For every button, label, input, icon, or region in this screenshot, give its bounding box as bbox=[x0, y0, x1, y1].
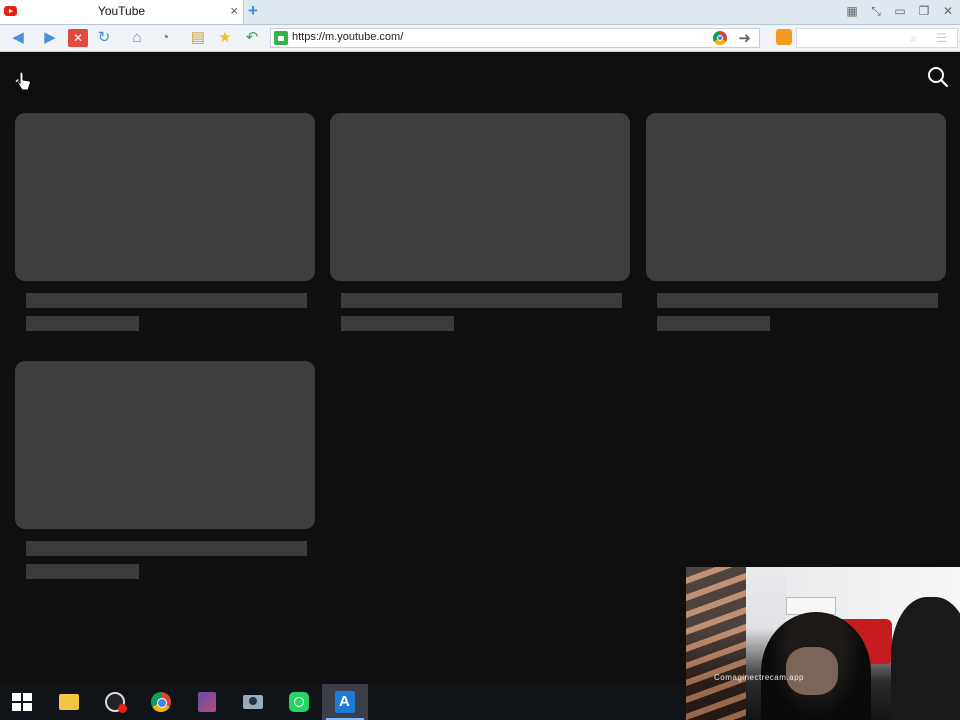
title-placeholder bbox=[26, 293, 307, 308]
taskbar-app[interactable] bbox=[184, 684, 230, 720]
favorites-panel-icon[interactable]: ▤ bbox=[188, 29, 208, 47]
taskbar-chrome[interactable] bbox=[138, 684, 184, 720]
webcam-person-2 bbox=[891, 597, 960, 720]
grid-icon[interactable]: ▦ bbox=[844, 3, 860, 19]
tab-title: YouTube bbox=[97, 4, 146, 18]
search-box-icon[interactable]: ⌕ bbox=[910, 31, 917, 46]
thumbnail-placeholder bbox=[15, 113, 315, 281]
taskbar-speedometer[interactable] bbox=[92, 684, 138, 720]
close-window-icon[interactable]: ✕ bbox=[940, 3, 956, 19]
title-placeholder bbox=[341, 293, 622, 308]
forward-nav-icon[interactable]: ▶ bbox=[40, 29, 60, 47]
title-placeholder bbox=[26, 541, 307, 556]
chrome-engine-icon[interactable] bbox=[713, 31, 727, 45]
thumbnail-placeholder bbox=[330, 113, 630, 281]
subtitle-placeholder bbox=[26, 564, 139, 579]
search-engine-icon[interactable] bbox=[776, 29, 792, 45]
toolbar-search-box[interactable]: ⌕ ☰ bbox=[796, 28, 958, 48]
search-icon[interactable] bbox=[927, 66, 949, 88]
go-arrow-icon[interactable]: ➜ bbox=[738, 29, 751, 47]
shrink-icon[interactable]: ⤡ bbox=[868, 3, 884, 19]
refresh-icon[interactable]: ↻ bbox=[94, 29, 114, 47]
video-card-skeleton[interactable] bbox=[15, 361, 315, 587]
browser-toolbar: ◀ ▶ ✕ ↻ ⌂ ◔ ▤ ★ ↶ https://m.youtube.com/… bbox=[0, 25, 960, 52]
subtitle-placeholder bbox=[657, 316, 770, 331]
tab-youtube[interactable]: YouTube × bbox=[0, 0, 244, 24]
start-icon bbox=[12, 693, 32, 711]
stop-icon[interactable]: ✕ bbox=[68, 29, 88, 47]
webcam-stairs bbox=[686, 567, 746, 720]
webcam-watermark: Comaginectrecam.app bbox=[714, 673, 804, 682]
address-bar[interactable]: https://m.youtube.com/ ➜ bbox=[270, 28, 760, 48]
undo-icon[interactable]: ↶ bbox=[242, 29, 262, 47]
tab-bar: YouTube × + ▦ ⤡ ▭ ❐ ✕ bbox=[0, 0, 960, 25]
tab-close-button[interactable]: × bbox=[230, 3, 238, 19]
webcam-overlay: Comaginectrecam.app bbox=[686, 567, 960, 720]
start-button[interactable] bbox=[0, 684, 46, 720]
mouse-cursor-icon bbox=[17, 71, 31, 91]
secure-lock-icon bbox=[274, 31, 288, 45]
thumbnail-placeholder bbox=[15, 361, 315, 529]
subtitle-placeholder bbox=[26, 316, 139, 331]
taskbar-arrow-app[interactable]: A bbox=[322, 684, 368, 720]
star-icon[interactable]: ★ bbox=[215, 29, 235, 47]
file-explorer-icon bbox=[59, 694, 79, 710]
subtitle-placeholder bbox=[341, 316, 454, 331]
minimize-icon[interactable]: ▭ bbox=[892, 3, 908, 19]
thumbnail-placeholder bbox=[646, 113, 946, 281]
home-icon[interactable]: ⌂ bbox=[127, 29, 147, 47]
history-icon[interactable]: ◔ bbox=[155, 29, 175, 47]
title-placeholder bbox=[657, 293, 938, 308]
menu-icon[interactable]: ☰ bbox=[936, 31, 947, 45]
video-card-skeleton[interactable] bbox=[646, 113, 946, 339]
webcam-face bbox=[786, 647, 838, 695]
window-controls: ▦ ⤡ ▭ ❐ ✕ bbox=[844, 3, 956, 19]
video-card-skeleton[interactable] bbox=[15, 113, 315, 339]
video-card-skeleton[interactable] bbox=[330, 113, 630, 339]
back-nav-icon[interactable]: ◀ bbox=[8, 29, 28, 47]
new-tab-button[interactable]: + bbox=[248, 1, 258, 21]
address-url[interactable]: https://m.youtube.com/ bbox=[292, 31, 403, 43]
taskbar-file-explorer[interactable] bbox=[46, 684, 92, 720]
taskbar-whatsapp[interactable] bbox=[276, 684, 322, 720]
taskbar-camera[interactable] bbox=[230, 684, 276, 720]
taskbar: A bbox=[0, 684, 686, 720]
app-icon bbox=[198, 692, 216, 712]
restore-icon[interactable]: ❐ bbox=[916, 3, 932, 19]
